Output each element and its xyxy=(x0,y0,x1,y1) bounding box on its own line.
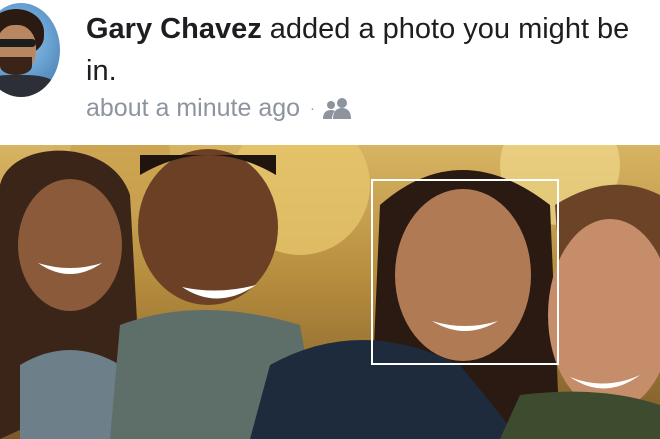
post-header: Gary Chavez added a photo you might be i… xyxy=(0,0,660,145)
group-photo-illustration xyxy=(0,145,660,439)
actor-name-link[interactable]: Gary Chavez xyxy=(86,13,262,45)
post-photo[interactable] xyxy=(0,145,660,439)
story-text: Gary Chavez added a photo you might be i… xyxy=(86,8,651,92)
avatar[interactable] xyxy=(0,3,60,97)
meta-separator: · xyxy=(310,100,315,116)
friends-icon[interactable] xyxy=(322,97,353,119)
face-tag-box[interactable] xyxy=(371,179,559,365)
timestamp[interactable]: about a minute ago xyxy=(86,94,300,123)
post-meta: about a minute ago · xyxy=(86,93,353,123)
